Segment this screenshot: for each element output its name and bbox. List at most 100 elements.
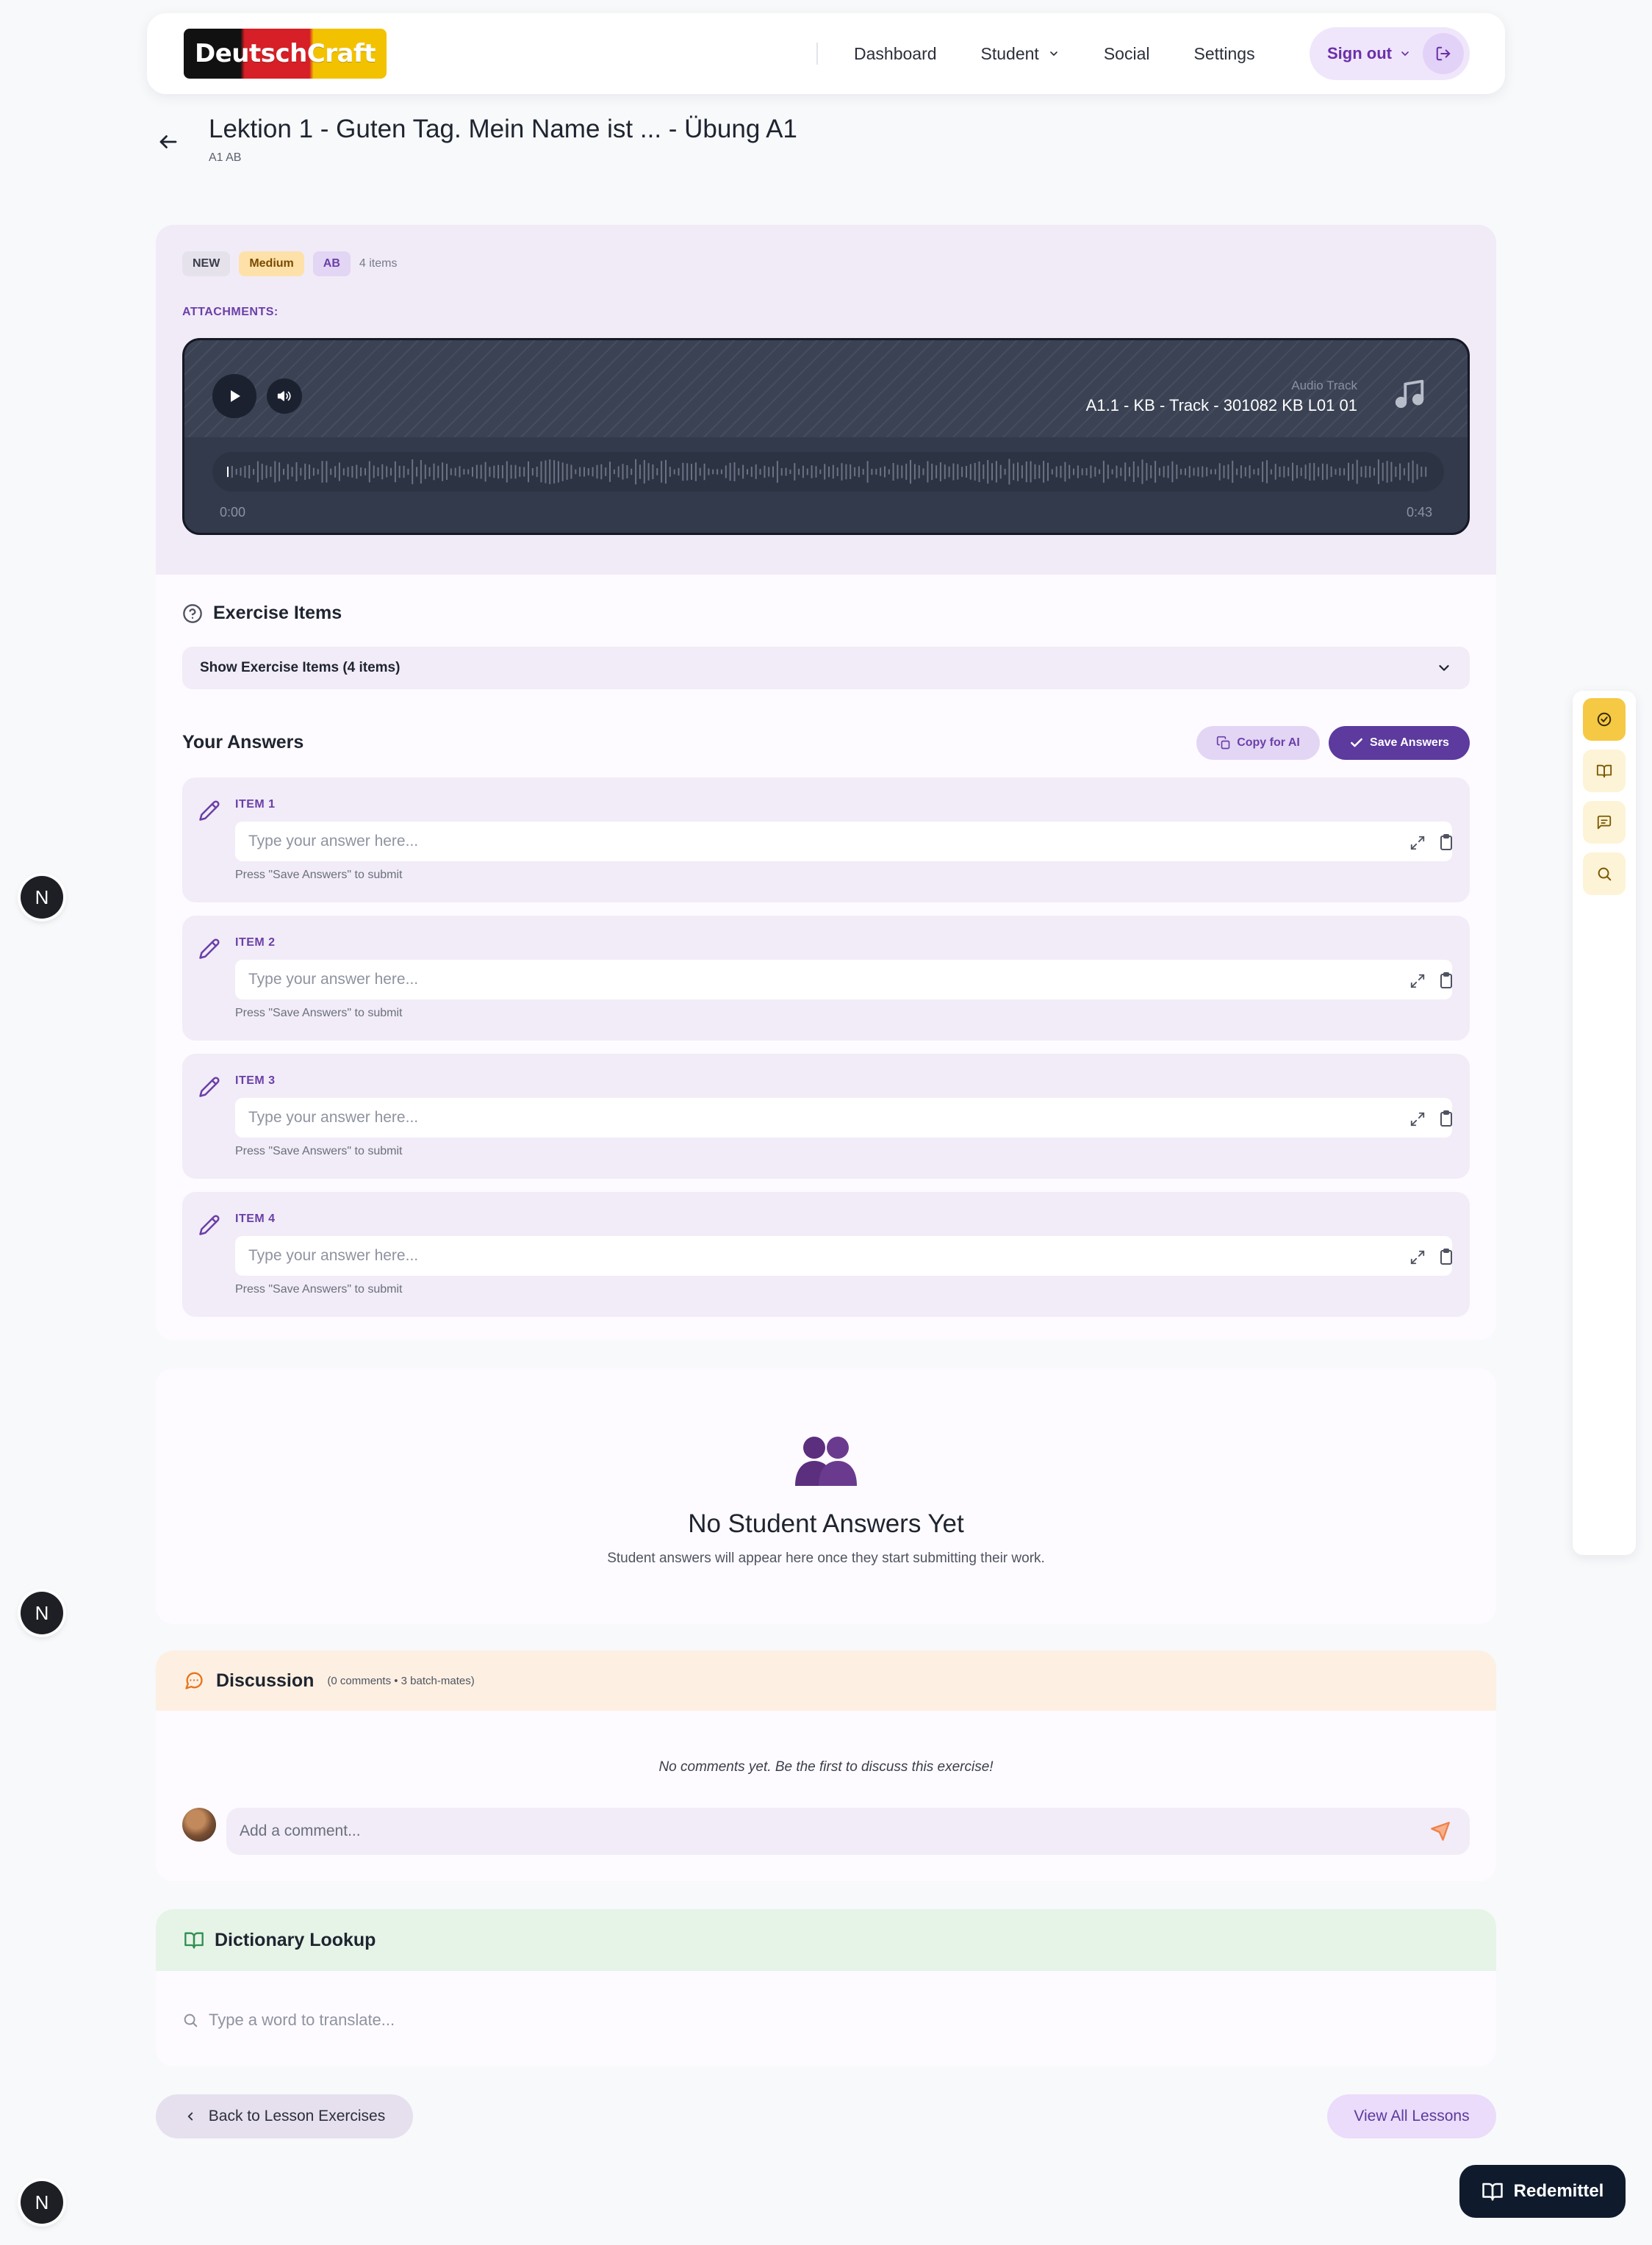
waveform-bar	[931, 463, 933, 481]
waveform-bar	[1326, 464, 1328, 480]
waveform-bar	[412, 459, 414, 484]
clipboard-icon[interactable]	[1437, 1110, 1455, 1127]
waveform-bar	[776, 461, 778, 483]
expand-icon[interactable]	[1409, 835, 1426, 851]
waveform-bar	[991, 463, 993, 481]
pencil-icon	[198, 1076, 220, 1098]
nav-settings[interactable]: Settings	[1193, 44, 1254, 64]
sign-out-button[interactable]: Sign out	[1310, 27, 1470, 80]
answer-input-1[interactable]	[235, 822, 1452, 861]
nav-dashboard[interactable]: Dashboard	[854, 44, 937, 64]
rail-search-button[interactable]	[1583, 852, 1626, 895]
waveform-bar	[918, 465, 920, 478]
view-all-lessons-button[interactable]: View All Lessons	[1327, 2094, 1496, 2138]
logo[interactable]: DeutschCraft	[184, 29, 387, 79]
show-exercise-items-toggle[interactable]: Show Exercise Items (4 items)	[182, 647, 1470, 689]
save-answers-button[interactable]: Save Answers	[1329, 726, 1470, 760]
nav-social[interactable]: Social	[1104, 44, 1150, 64]
exercise-card-body: Exercise Items Show Exercise Items (4 it…	[156, 575, 1496, 1340]
expand-icon[interactable]	[1409, 973, 1426, 989]
waveform-bar	[1343, 468, 1346, 475]
answer-item-label: ITEM 2	[235, 936, 276, 949]
waveform-bar	[1386, 461, 1388, 483]
waveform-bar	[647, 463, 650, 481]
waveform-bar	[1369, 466, 1371, 478]
waveform-bar	[729, 462, 731, 481]
answer-input-3[interactable]	[235, 1098, 1452, 1138]
waveform-bar	[519, 467, 521, 477]
expand-icon[interactable]	[1409, 1249, 1426, 1265]
waveform-bar	[1051, 469, 1053, 475]
waveform-bar	[587, 468, 589, 475]
rail-check-button[interactable]	[1583, 698, 1626, 741]
nav-student[interactable]: Student	[981, 44, 1060, 64]
waveform-bar	[600, 464, 603, 480]
floating-n-badge[interactable]: N	[21, 1592, 63, 1634]
floating-n-badge[interactable]: N	[21, 2181, 63, 2224]
waveform-bar	[1253, 469, 1255, 475]
waveform-bar	[420, 460, 422, 484]
waveform-bar	[472, 467, 473, 477]
waveform-bar	[317, 469, 319, 475]
waveform-bar	[398, 465, 401, 478]
waveform-bar	[1395, 467, 1397, 477]
waveform-bar	[1073, 468, 1074, 475]
clipboard-icon[interactable]	[1437, 971, 1455, 989]
audio-waveform[interactable]	[212, 452, 1444, 492]
expand-icon[interactable]	[1409, 1111, 1426, 1127]
waveform-bar	[1403, 468, 1405, 475]
back-to-lesson-exercises-label: Back to Lesson Exercises	[208, 2108, 386, 2124]
waveform-bar	[1407, 462, 1409, 481]
clipboard-icon[interactable]	[1437, 1248, 1455, 1265]
time-elapsed: 0:00	[220, 505, 246, 520]
waveform-bar	[1421, 467, 1423, 477]
volume-button[interactable]	[267, 378, 302, 414]
waveform-bar	[1124, 462, 1127, 481]
waveform-bar	[652, 464, 654, 480]
dictionary-input[interactable]	[209, 2002, 870, 2039]
waveform-bar	[295, 462, 298, 481]
copy-icon	[1217, 736, 1230, 750]
waveform-bar	[806, 468, 808, 475]
waveform-bar	[725, 465, 727, 478]
waveform-bar	[360, 467, 362, 476]
waveform-bar	[1296, 465, 1298, 478]
waveform-bar	[403, 465, 405, 478]
logout-icon[interactable]	[1423, 33, 1464, 74]
waveform-bar	[300, 467, 302, 476]
waveform-bar	[768, 467, 770, 477]
waveform-bar	[1214, 469, 1216, 475]
check-circle-icon	[1597, 712, 1612, 727]
waveform-bar	[815, 466, 817, 478]
waveform-bar	[802, 465, 804, 478]
waveform-bar	[1176, 464, 1178, 479]
waveform-bar	[475, 464, 478, 479]
pencil-icon	[198, 800, 220, 822]
rail-book-button[interactable]	[1583, 750, 1626, 792]
waveform-bar	[747, 469, 748, 475]
back-to-lesson-exercises-button[interactable]: Back to Lesson Exercises	[156, 2094, 413, 2138]
play-button[interactable]	[212, 374, 256, 418]
back-arrow-icon[interactable]	[157, 131, 179, 153]
redemittel-button[interactable]: Redemittel	[1459, 2165, 1626, 2218]
waveform-bar	[498, 464, 500, 479]
rail-chat-button[interactable]	[1583, 801, 1626, 844]
waveform-bar	[780, 468, 783, 476]
answer-input-2[interactable]	[235, 960, 1452, 999]
answer-item-label: ITEM 3	[235, 1074, 276, 1087]
waveform-bar	[1069, 464, 1071, 479]
time-total: 0:43	[1406, 505, 1432, 520]
waveform-bar	[819, 469, 822, 475]
answer-hint: Press "Save Answers" to submit	[235, 869, 403, 881]
copy-for-ai-button[interactable]: Copy for AI	[1196, 726, 1320, 760]
audio-title: A1.1 - KB - Track - 301082 KB L01 01	[1085, 396, 1357, 414]
waveform-bar	[841, 463, 843, 481]
floating-n-badge[interactable]: N	[21, 876, 63, 919]
clipboard-icon[interactable]	[1437, 833, 1455, 851]
badge-type: AB	[312, 251, 351, 276]
waveform-bar	[428, 467, 431, 477]
send-icon[interactable]	[1430, 1821, 1451, 1842]
comment-input[interactable]	[226, 1808, 1470, 1855]
answer-input-4[interactable]	[235, 1236, 1452, 1276]
answer-item-label: ITEM 1	[235, 798, 276, 811]
